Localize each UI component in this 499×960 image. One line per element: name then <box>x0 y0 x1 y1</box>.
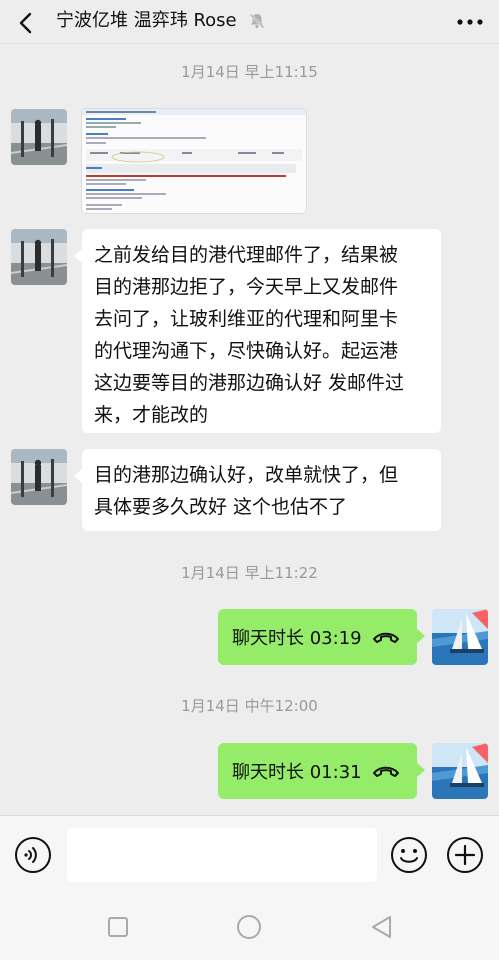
emoji-icon[interactable] <box>390 836 428 874</box>
home-icon[interactable] <box>235 913 263 941</box>
timestamp: 1月14日 早上11:15 <box>181 63 318 81</box>
message-input[interactable] <box>67 828 377 882</box>
mute-bell-icon <box>249 13 266 29</box>
message-line: 去问了，让玻利维亚的代理和阿里卡 <box>94 308 399 330</box>
phone-hangup-icon <box>372 766 399 777</box>
contact-avatar[interactable] <box>11 449 67 505</box>
voice-call-record-bubble[interactable]: 聊天时长 03:19 <box>218 609 425 665</box>
chat-title: 宁波亿堆 温弈玮 Rose <box>56 10 266 32</box>
my-avatar[interactable] <box>432 609 488 665</box>
system-navigation-bar <box>0 893 499 960</box>
system-back-icon[interactable] <box>368 913 396 941</box>
message-bubble-incoming[interactable]: 之前发给目的港代理邮件了，结果被 目的港那边拒了，今天早上又发邮件 去问了，让玻… <box>74 229 441 433</box>
message-line: 具体要多久改好 这个也估不了 <box>94 496 348 518</box>
document-screenshot-image[interactable] <box>82 109 306 213</box>
back-arrow-icon[interactable] <box>12 9 40 37</box>
phone-hangup-icon <box>372 632 399 643</box>
message-line: 这边要等目的港那边确认好 发邮件过 <box>94 372 405 394</box>
contact-avatar[interactable] <box>11 109 67 165</box>
voice-call-record-bubble[interactable]: 聊天时长 01:31 <box>218 743 425 799</box>
chat-input-bar <box>0 815 499 893</box>
message-line: 目的港那边拒了，今天早上又发邮件 <box>94 276 399 298</box>
message-bubble-incoming[interactable]: 目的港那边确认好，改单就快了，但 具体要多久改好 这个也估不了 <box>74 449 441 531</box>
message-line: 目的港那边确认好，改单就快了，但 <box>94 464 399 486</box>
message-line: 的代理沟通下，尽快确认好。起运港 <box>94 340 399 362</box>
plus-icon[interactable] <box>446 836 484 874</box>
more-dots-icon[interactable] <box>455 10 485 34</box>
message-line: 之前发给目的港代理邮件了，结果被 <box>94 244 399 266</box>
voice-icon[interactable] <box>14 836 52 874</box>
recent-apps-icon[interactable] <box>104 913 132 941</box>
my-avatar[interactable] <box>432 743 488 799</box>
call-duration-label: 聊天时长 03:19 <box>232 628 362 649</box>
contact-avatar[interactable] <box>11 229 67 285</box>
call-duration-label: 聊天时长 01:31 <box>232 762 362 783</box>
message-line: 来，才能改的 <box>94 404 209 426</box>
chat-header: 宁波亿堆 温弈玮 Rose <box>0 0 499 44</box>
timestamp: 1月14日 早上11:22 <box>181 564 318 582</box>
chat-title-text: 宁波亿堆 温弈玮 Rose <box>56 10 237 31</box>
timestamp: 1月14日 中午12:00 <box>181 697 318 715</box>
